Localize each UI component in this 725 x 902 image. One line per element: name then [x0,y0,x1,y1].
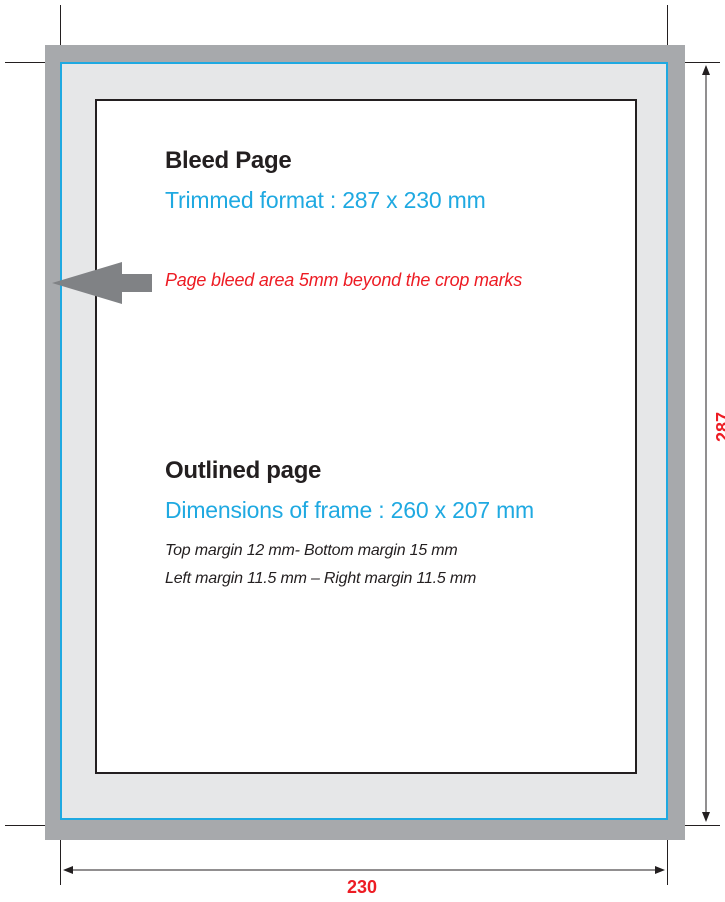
height-dimension-label: 287 [713,411,725,442]
margins-left-right: Left margin 11.5 mm – Right margin 11.5 … [165,570,477,587]
dimension-graphics [52,65,710,874]
trimmed-format-label: Trimmed format : 287 x 230 mm [165,187,486,213]
bleed-area-note: Page bleed area 5mm beyond the crop mark… [165,270,523,290]
bleed-pointer-arrow-icon [52,262,152,304]
width-dimension-label: 230 [347,877,378,897]
margins-top-bottom: Top margin 12 mm- Bottom margin 15 mm [165,542,458,559]
outlined-page-title: Outlined page [165,457,322,484]
bleed-page-title: Bleed Page [165,147,292,174]
frame-dimensions-label: Dimensions of frame : 260 x 207 mm [165,497,535,523]
